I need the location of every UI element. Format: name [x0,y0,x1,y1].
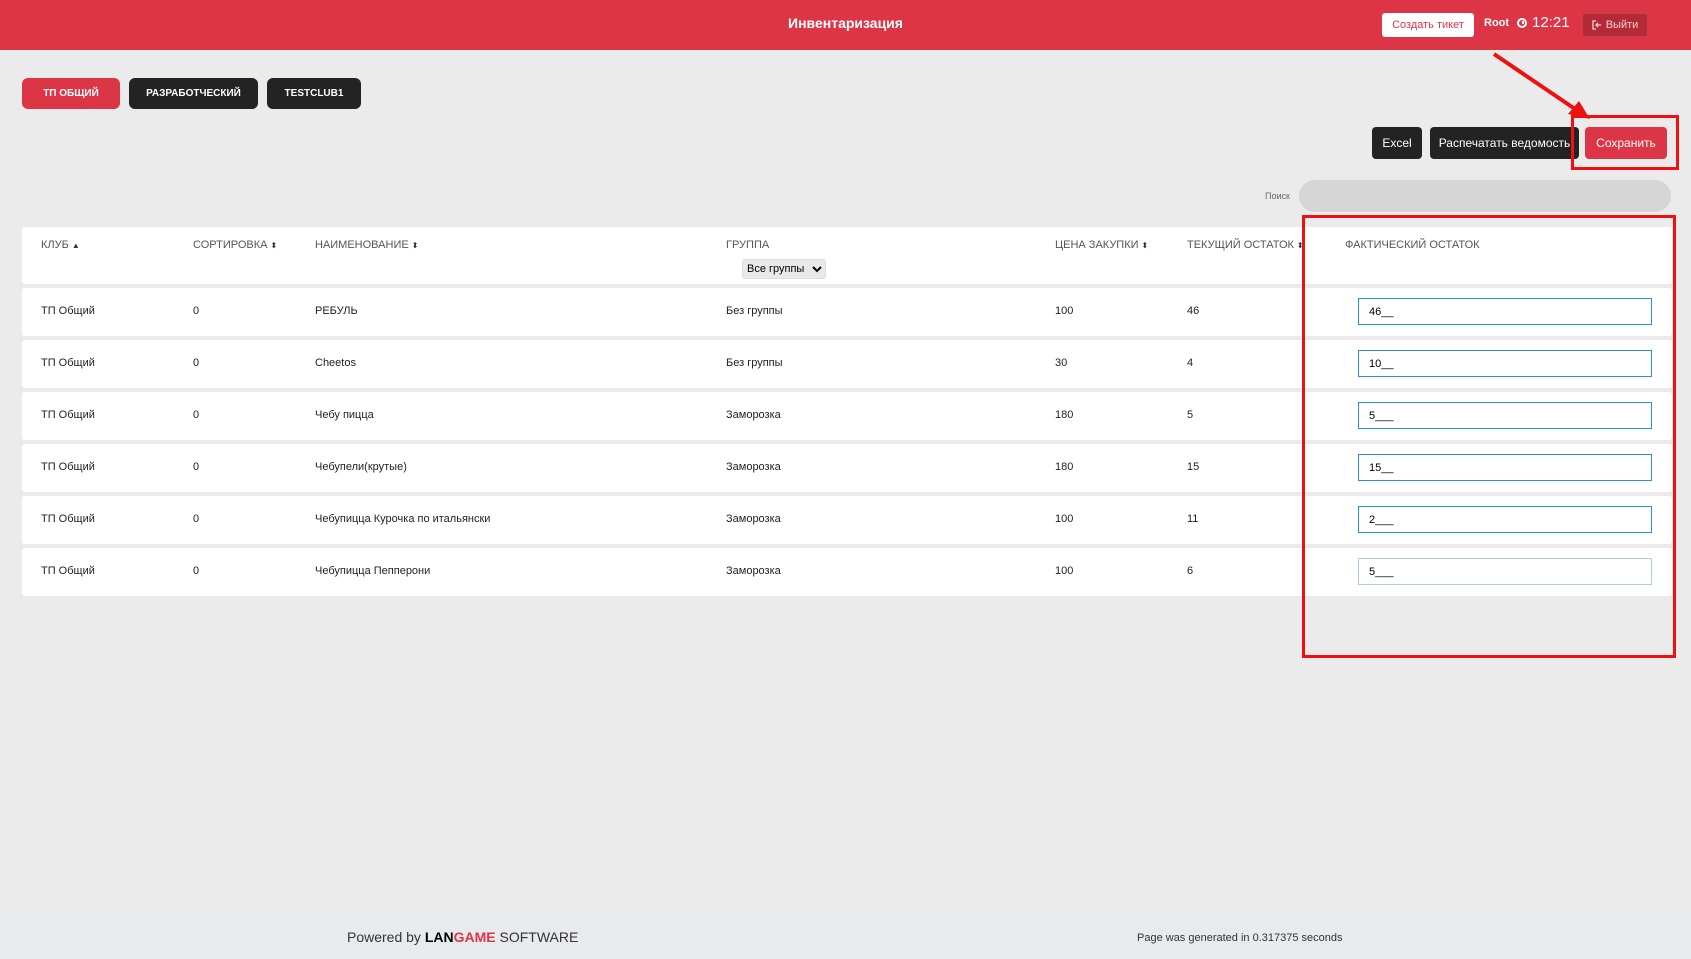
create-ticket-button[interactable]: Создать тикет [1382,13,1474,37]
cell-sort: 0 [193,565,200,577]
column-name[interactable]: НАИМЕНОВАНИЕ ⬍ [315,239,418,251]
cell-current-stock: 6 [1187,565,1194,577]
sort-icon: ⬍ [270,241,278,250]
cell-name: РЕБУЛЬ [315,305,358,317]
column-price[interactable]: ЦЕНА ЗАКУПКИ ⬍ [1055,239,1148,251]
logout-icon [1592,20,1601,30]
column-sort[interactable]: СОРТИРОВКА ⬍ [193,239,277,251]
cell-price: 30 [1055,357,1068,369]
annotation-box-save [1571,115,1679,170]
column-name-label: НАИМЕНОВАНИЕ [315,239,409,251]
cell-current-stock: 4 [1187,357,1194,369]
excel-button[interactable]: Excel [1372,127,1422,159]
column-club[interactable]: КЛУБ ▲ [41,239,80,251]
cell-name: Чебупицца Курочка по итальянски [315,513,491,525]
search-label: Поиск [1265,191,1290,201]
cell-sort: 0 [193,461,200,473]
brand-lan: LAN [424,929,454,945]
cell-club: ТП Общий [41,409,95,421]
cell-group: Без группы [726,305,783,317]
group-filter-select[interactable]: Все группы [742,259,826,279]
footer: Powered by LANGAME SOFTWARE Page was gen… [0,912,1691,959]
cell-club: ТП Общий [41,565,95,577]
column-sort-label: СОРТИРОВКА [193,239,268,251]
cell-name: Чебупицца Пепперони [315,565,431,577]
column-current-stock[interactable]: ТЕКУЩИЙ ОСТАТОК ⬍ [1187,239,1304,251]
cell-group: Заморозка [726,513,781,525]
column-current-label: ТЕКУЩИЙ ОСТАТОК [1187,239,1294,251]
sort-asc-icon: ▲ [71,241,80,250]
cell-sort: 0 [193,513,200,525]
clock-time: 12:21 [1532,14,1570,31]
brand-game: GAME [453,929,496,945]
cell-group: Заморозка [726,565,781,577]
cell-sort: 0 [193,357,200,369]
user-name[interactable]: Root [1484,17,1509,29]
column-club-label: КЛУБ [41,239,69,251]
tab-testclub1[interactable]: TESTCLUB1 [267,78,361,109]
cell-current-stock: 11 [1187,513,1199,525]
cell-current-stock: 5 [1187,409,1194,421]
cell-group: Заморозка [726,409,781,421]
column-price-label: ЦЕНА ЗАКУПКИ [1055,239,1139,251]
tab-razrabotcheskiy[interactable]: РАЗРАБОТЧЕСКИЙ [129,78,258,109]
cell-sort: 0 [193,305,200,317]
cell-sort: 0 [193,409,200,421]
tab-tp-obshchiy[interactable]: ТП ОБЩИЙ [22,78,120,109]
clock-icon [1517,17,1527,28]
brand-suffix: SOFTWARE [495,929,579,945]
cell-group: Заморозка [726,461,781,473]
logout-button[interactable]: Выйти [1582,13,1648,37]
print-sheet-button[interactable]: Распечатать ведомость [1430,127,1579,159]
cell-current-stock: 46 [1187,305,1200,317]
cell-price: 180 [1055,409,1074,421]
cell-price: 100 [1055,305,1074,317]
powered-prefix: Powered by [347,929,425,945]
search-input[interactable] [1299,180,1671,212]
cell-price: 100 [1055,513,1074,525]
top-bar: Инвентаризация Создать тикет Root 12:21 … [0,0,1691,50]
cell-club: ТП Общий [41,305,95,317]
powered-by: Powered by LANGAME SOFTWARE [347,929,578,945]
cell-price: 180 [1055,461,1074,473]
sort-icon: ⬍ [411,241,419,250]
sort-icon: ⬍ [1141,241,1149,250]
cell-name: Чебу пицца [315,409,374,421]
cell-club: ТП Общий [41,513,95,525]
cell-club: ТП Общий [41,461,95,473]
annotation-box-actual-stock [1302,215,1676,658]
clock: 12:21 [1517,14,1570,31]
cell-name: Чебупели(крутые) [315,461,407,473]
cell-club: ТП Общий [41,357,95,369]
cell-current-stock: 15 [1187,461,1200,473]
cell-name: Cheetos [315,357,356,369]
cell-group: Без группы [726,357,783,369]
logout-label: Выйти [1605,19,1639,31]
generation-time: Page was generated in 0.317375 seconds [1137,932,1343,944]
column-group-label: ГРУППА [726,239,770,251]
cell-price: 100 [1055,565,1074,577]
